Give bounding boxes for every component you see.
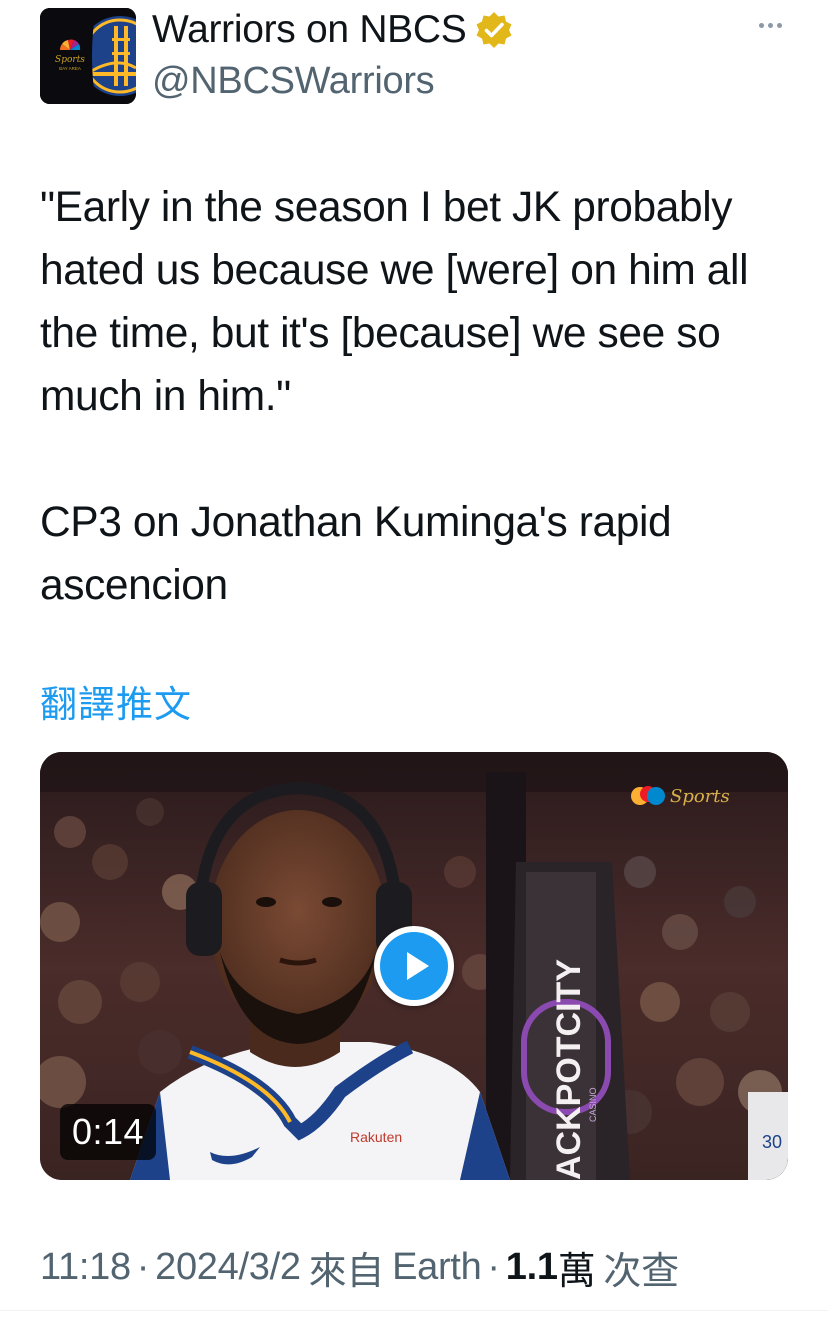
tweet-header: Sports BAY AREA Warriors on NBCS @NBCSWa… <box>40 6 790 106</box>
divider <box>0 1310 828 1311</box>
jersey-sponsor: Rakuten <box>350 1129 402 1145</box>
svg-text:Sports: Sports <box>670 786 730 807</box>
banner-sub-text: CASINO <box>588 1087 598 1122</box>
views-count[interactable]: 1.1 <box>506 1246 558 1289</box>
tweet-date[interactable]: 2024/3/2 <box>155 1246 301 1289</box>
views-unit[interactable]: 萬 <box>558 1240 596 1295</box>
tweet-meta: 11:18 · 2024/3/2 來自 Earth · 1.1 萬 次查 <box>40 1240 679 1295</box>
nbc-sports-warriors-logo-icon: Sports BAY AREA <box>40 8 136 104</box>
verified-badge-icon <box>476 12 512 48</box>
display-name[interactable]: Warriors on NBCS <box>152 8 467 52</box>
user-handle[interactable]: @NBCSWarriors <box>152 60 435 103</box>
separator-dot: · <box>136 1245 150 1288</box>
play-button[interactable] <box>374 926 454 1006</box>
views-label[interactable]: 次查 <box>603 1240 679 1295</box>
tweet-source[interactable]: Earth <box>392 1246 482 1289</box>
play-icon <box>380 932 448 1000</box>
banner-text: ACKPOTCITY <box>550 959 588 1180</box>
svg-text:Sports: Sports <box>55 55 85 65</box>
video-player[interactable]: ACKPOTCITY CASINO Sports Rakuten 30 0:14 <box>40 752 788 1180</box>
tweet-caption: CP3 on Jonathan Kuminga's rapid ascencio… <box>40 499 672 609</box>
tweet-time[interactable]: 11:18 <box>40 1246 131 1289</box>
source-prefix: 來自 <box>308 1250 385 1293</box>
avatar[interactable]: Sports BAY AREA <box>40 8 136 104</box>
video-duration: 0:14 <box>60 1104 157 1160</box>
more-options-icon[interactable] <box>750 10 790 40</box>
tweet-quote: "Early in the season I bet JK probably h… <box>40 184 749 420</box>
translate-tweet-link[interactable]: 翻譯推文 <box>40 674 192 728</box>
svg-text:30: 30 <box>762 1132 782 1152</box>
tweet-text: "Early in the season I bet JK probably h… <box>40 176 800 617</box>
separator-dot: · <box>487 1245 500 1288</box>
svg-text:BAY AREA: BAY AREA <box>59 66 81 71</box>
name-row[interactable]: Warriors on NBCS <box>152 8 514 52</box>
